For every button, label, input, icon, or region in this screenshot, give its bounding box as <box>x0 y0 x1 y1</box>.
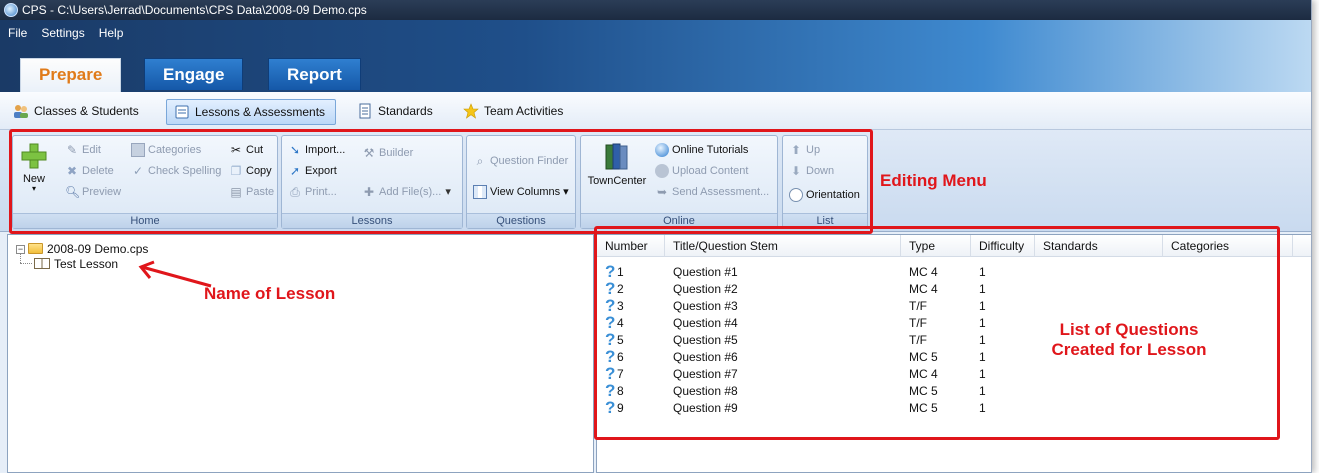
lesson-tree-pane: −2008-09 Demo.cps Test Lesson Name of Le… <box>7 234 594 473</box>
people-icon <box>14 105 28 118</box>
sub-tab-bar: Classes & Students Lessons & Assessments… <box>0 92 1311 130</box>
menu-settings[interactable]: Settings <box>41 26 84 40</box>
annotation-line: List of Questions <box>1059 320 1199 339</box>
tree-root[interactable]: −2008-09 Demo.cps <box>16 242 148 256</box>
annotation-line: Created for Lesson <box>1051 340 1207 359</box>
subtab-classes-students[interactable]: Classes & Students <box>6 99 149 125</box>
app-window: CPS - C:\Users\Jerrad\Documents\CPS Data… <box>0 0 1312 473</box>
book-icon <box>34 258 50 269</box>
app-icon <box>4 3 18 17</box>
page-icon <box>359 103 371 119</box>
subtab-lessons-assessments[interactable]: Lessons & Assessments <box>166 99 337 125</box>
menu-file[interactable]: File <box>8 26 27 40</box>
window-title: CPS - C:\Users\Jerrad\Documents\CPS Data… <box>22 3 367 17</box>
annotation-name-of-lesson: Name of Lesson <box>204 284 336 303</box>
folder-icon <box>28 243 43 254</box>
subtab-standards[interactable]: Standards <box>350 99 443 125</box>
subtab-label: Standards <box>378 104 433 118</box>
tree-lesson-label: Test Lesson <box>54 257 119 271</box>
tree-connector <box>20 263 32 264</box>
annotation-box-editing-menu <box>9 129 873 234</box>
tree-item-lesson[interactable]: Test Lesson <box>34 257 118 271</box>
subtab-label: Classes & Students <box>34 104 139 118</box>
header-band: File Settings Help Prepare Engage Report <box>0 20 1311 92</box>
annotation-list-of-questions: List of Questions Created for Lesson <box>1030 320 1228 360</box>
document-icon <box>175 105 189 119</box>
subtab-label: Lessons & Assessments <box>195 105 326 119</box>
subtab-team-activities[interactable]: Team Activities <box>456 99 573 125</box>
menu-help[interactable]: Help <box>99 26 124 40</box>
tab-report[interactable]: Report <box>268 58 361 90</box>
tab-engage[interactable]: Engage <box>144 58 244 90</box>
subtab-label: Team Activities <box>484 104 564 118</box>
column-header-filler <box>1293 235 1311 257</box>
tab-prepare[interactable]: Prepare <box>20 58 122 92</box>
tree-root-label: 2008-09 Demo.cps <box>47 242 149 256</box>
tree-connector <box>20 253 21 263</box>
menu-bar: File Settings Help <box>8 26 123 40</box>
annotation-editing-menu: Editing Menu <box>880 171 987 190</box>
title-bar: CPS - C:\Users\Jerrad\Documents\CPS Data… <box>0 0 1311 20</box>
star-icon <box>463 103 479 119</box>
